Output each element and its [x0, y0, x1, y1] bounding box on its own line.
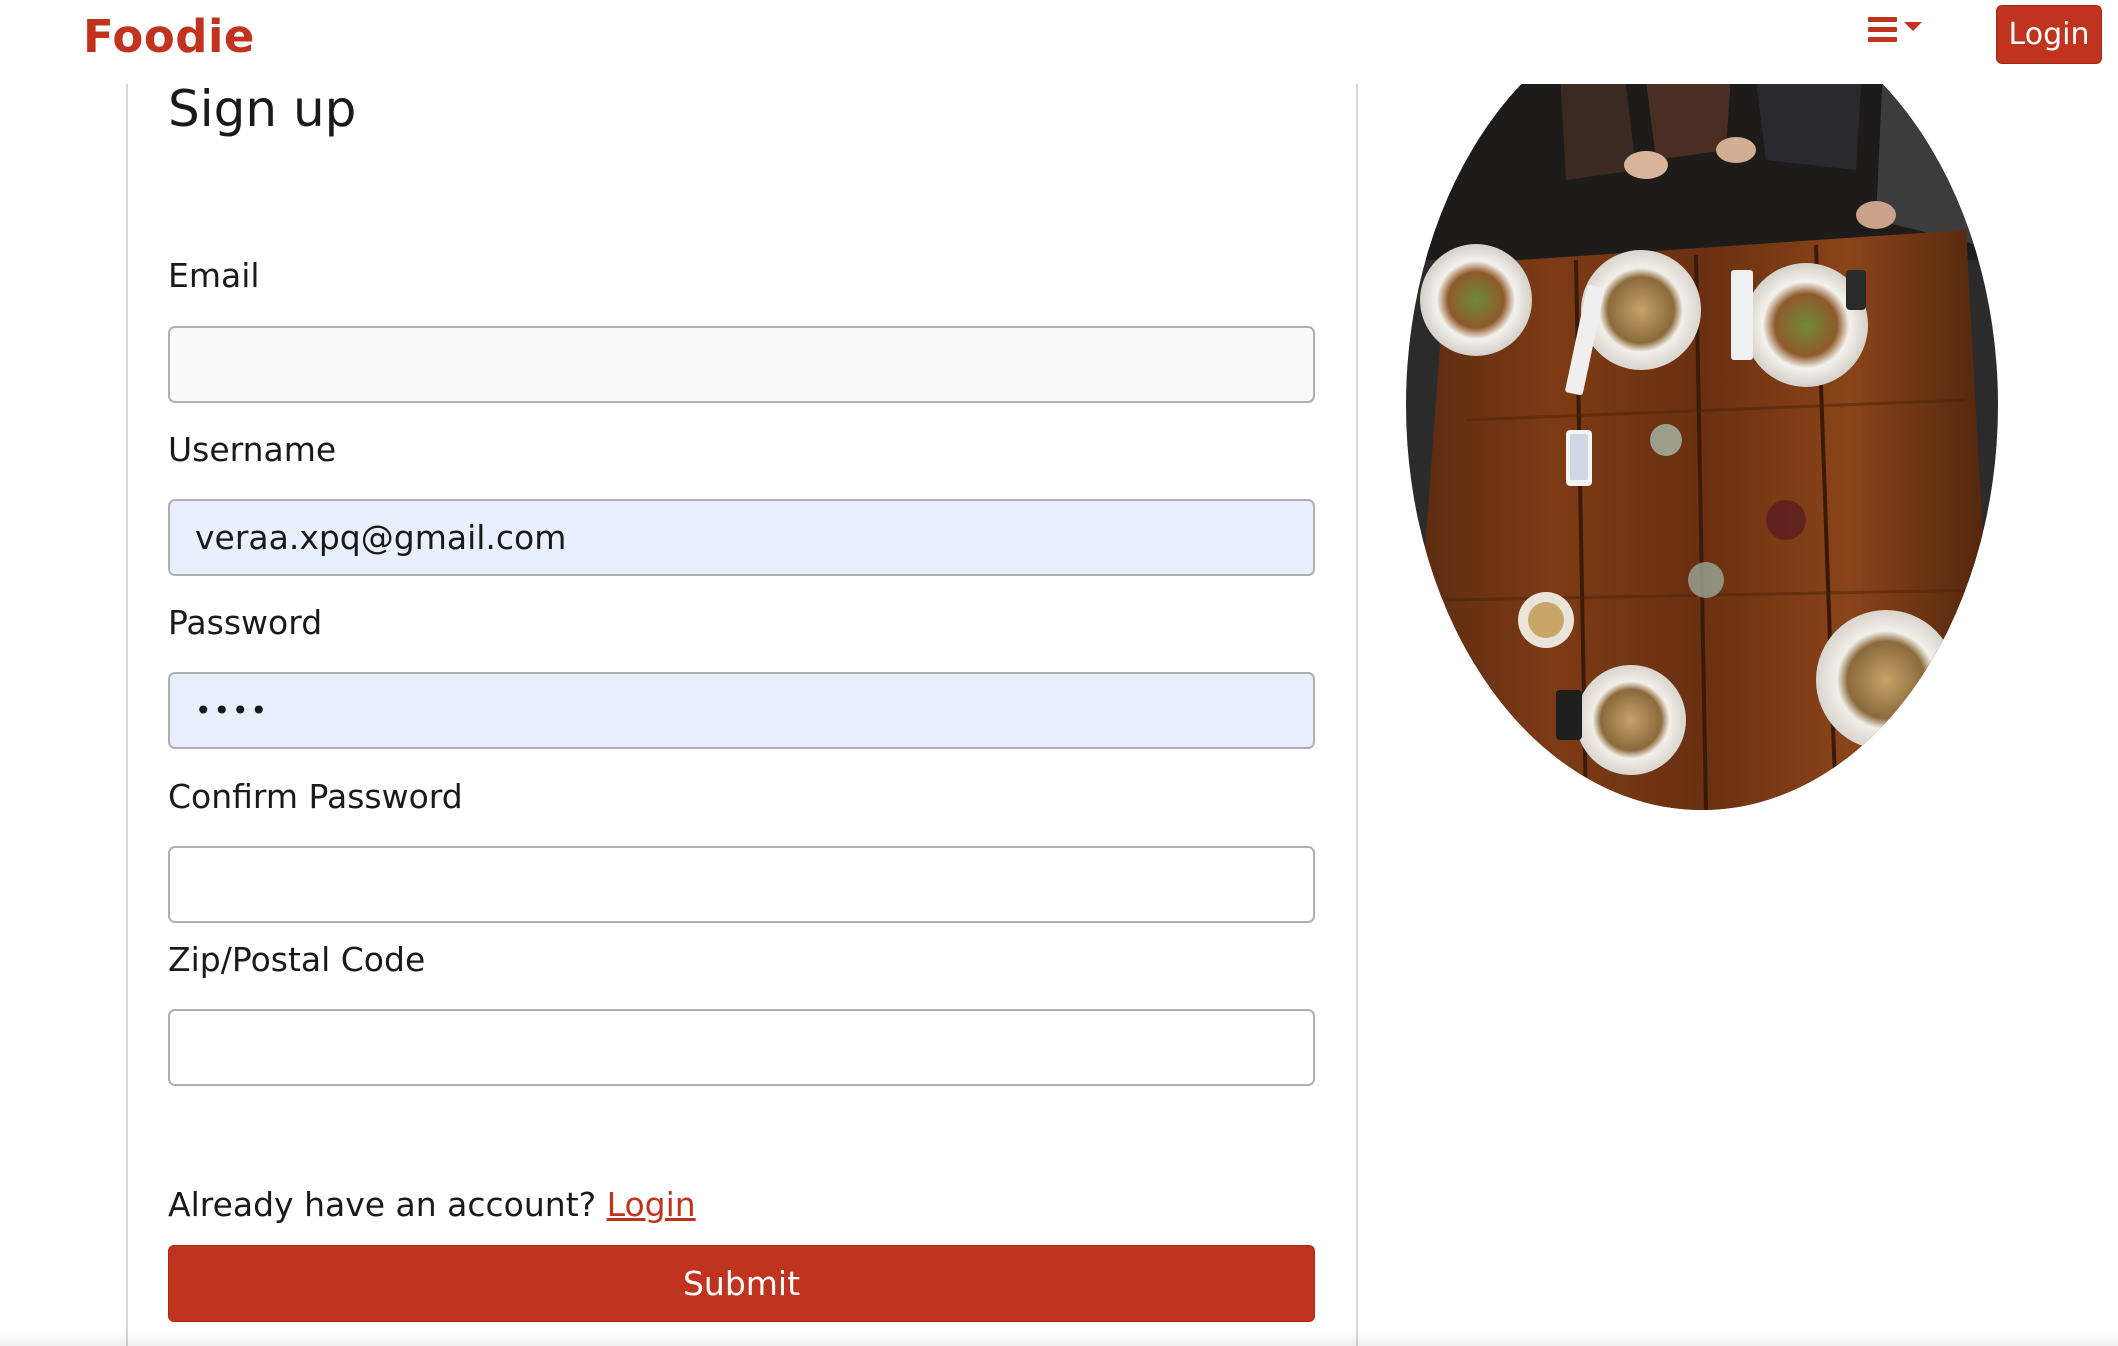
email-label: Email: [168, 256, 260, 295]
menu-toggle-button[interactable]: [1862, 14, 1926, 54]
password-field[interactable]: [168, 672, 1315, 749]
navbar: Foodie Login: [0, 0, 2118, 84]
zip-code-label: Zip/Postal Code: [168, 940, 426, 979]
username-label: Username: [168, 430, 337, 469]
brand-logo[interactable]: Foodie: [83, 10, 255, 63]
password-label: Password: [168, 603, 323, 642]
submit-button[interactable]: Submit: [168, 1245, 1315, 1322]
confirm-password-field[interactable]: [168, 846, 1315, 923]
bottom-shadow: [0, 1330, 2118, 1346]
hamburger-dropdown-icon: [1868, 17, 1922, 42]
confirm-password-label: Confirm Password: [168, 777, 463, 816]
username-field[interactable]: [168, 499, 1315, 576]
dining-table-photo: [1406, 84, 1998, 810]
already-have-account: Already have an account? Login: [168, 1182, 696, 1228]
login-link[interactable]: Login: [607, 1185, 696, 1224]
email-field[interactable]: [168, 326, 1315, 403]
hero-image: [1406, 84, 1998, 811]
zip-code-field[interactable]: [168, 1009, 1315, 1086]
login-button[interactable]: Login: [1996, 5, 2102, 64]
already-text: Already have an account?: [168, 1185, 597, 1224]
page-title: Sign up: [168, 80, 357, 138]
